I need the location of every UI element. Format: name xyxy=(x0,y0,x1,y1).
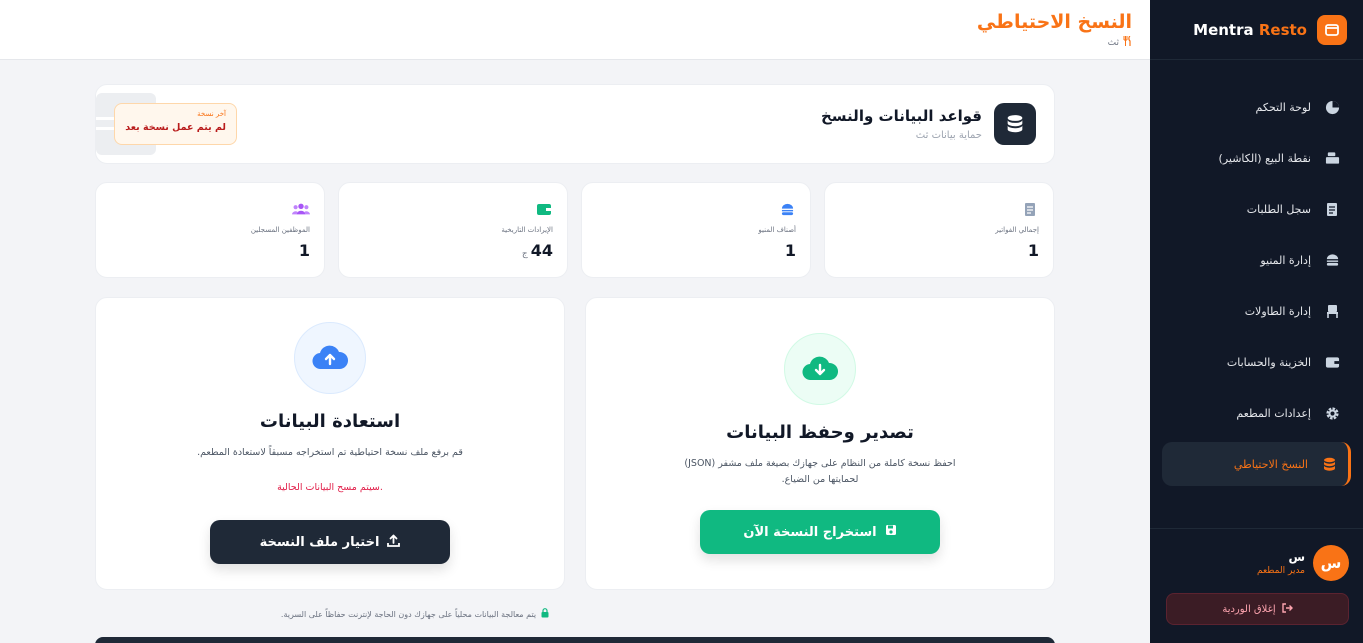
page-title: النسخ الاحتياطي xyxy=(976,11,1132,33)
database-card-title: قواعد البيانات والنسخ xyxy=(820,107,982,125)
avatar[interactable]: س xyxy=(1313,545,1349,581)
receipt-icon xyxy=(1323,200,1341,218)
brand-name: Mentra Resto xyxy=(1193,20,1307,39)
sidebar-nav: لوحة التحكم نقطة البيع (الكاشير) سجل الط… xyxy=(1150,60,1363,486)
invoice-icon xyxy=(1021,201,1039,217)
database-card: قواعد البيانات والنسخ حماية بيانات ثث آخ… xyxy=(95,84,1055,164)
stat-card-menu-items: أصناف المنيو 1 xyxy=(581,182,811,278)
restore-warning: سيتم مسح البيانات الحالية. xyxy=(277,482,383,493)
burger-icon xyxy=(1323,251,1341,269)
user-name: س xyxy=(1288,550,1305,564)
bottom-panel-edge xyxy=(95,637,1055,643)
cash-register-icon xyxy=(1323,149,1341,167)
last-backup-value: لم يتم عمل نسخة بعد xyxy=(125,122,226,133)
store-icon xyxy=(1317,14,1347,45)
database-icon xyxy=(1320,455,1338,473)
utensils-icon xyxy=(1123,35,1132,49)
sidebar-item-backup[interactable]: النسخ الاحتياطي xyxy=(1162,442,1351,486)
lock-icon xyxy=(541,608,549,620)
wallet-icon xyxy=(1323,353,1341,371)
users-icon xyxy=(292,201,310,217)
export-button-label: استخراج النسخة الآن xyxy=(743,524,877,540)
restaurant-name: ثث xyxy=(1107,37,1119,48)
export-button[interactable]: استخراج النسخة الآن xyxy=(700,510,940,554)
stat-value: 1 xyxy=(298,241,310,260)
currency-unit: ج xyxy=(521,249,528,259)
export-card: تصدير وحفظ البيانات احفظ نسخة كاملة من ا… xyxy=(585,297,1055,590)
user-role: مدير المطعم xyxy=(1256,566,1305,576)
export-title: تصدير وحفظ البيانات xyxy=(726,422,914,443)
cloud-download-icon xyxy=(784,333,856,405)
sidebar-item-treasury[interactable]: الخزينة والحسابات xyxy=(1162,340,1351,384)
sidebar-item-label: سجل الطلبات xyxy=(1246,202,1311,216)
sidebar-item-label: النسخ الاحتياطي xyxy=(1233,457,1308,471)
logout-button[interactable]: إغلاق الوردية xyxy=(1166,593,1349,625)
stat-label: الموظفين المسجلين xyxy=(250,226,310,234)
sidebar-item-settings[interactable]: إعدادات المطعم xyxy=(1162,391,1351,435)
last-backup-label: آخر نسخة xyxy=(197,110,226,118)
user-row: س س مدير المطعم xyxy=(1150,529,1363,581)
privacy-note-text: يتم معالجة البيانات محلياً على جهازك دون… xyxy=(280,609,537,619)
sign-out-icon xyxy=(1281,602,1293,616)
sidebar-item-label: نقطة البيع (الكاشير) xyxy=(1218,151,1311,165)
top-header: النسخ الاحتياطي ثث xyxy=(0,0,1150,60)
database-card-subtitle: حماية بيانات ثث xyxy=(915,130,982,141)
logout-label: إغلاق الوردية xyxy=(1222,603,1276,615)
stat-value: 1 xyxy=(784,241,796,260)
upload-icon xyxy=(387,534,401,551)
user-info: س مدير المطعم xyxy=(1257,550,1305,576)
sidebar-item-orders[interactable]: سجل الطلبات xyxy=(1162,187,1351,231)
decoration-line xyxy=(96,117,116,120)
last-backup-badge: آخر نسخة لم يتم عمل نسخة بعد xyxy=(114,103,237,145)
gear-icon xyxy=(1323,404,1341,422)
chair-icon xyxy=(1323,302,1341,320)
privacy-note: يتم معالجة البيانات محلياً على جهازك دون… xyxy=(95,608,735,620)
choose-backup-file-button[interactable]: اختيار ملف النسخة xyxy=(210,520,450,564)
sidebar-item-tables[interactable]: إدارة الطاولات xyxy=(1162,289,1351,333)
stat-label: أصناف المنيو xyxy=(758,226,796,234)
cloud-upload-icon xyxy=(294,322,366,394)
stat-value: 1 xyxy=(1027,241,1039,260)
decoration-line xyxy=(96,127,116,130)
restore-card: استعادة البيانات قم برفع ملف نسخة احتياط… xyxy=(95,297,565,590)
save-icon xyxy=(885,524,897,540)
sidebar-item-label: الخزينة والحسابات xyxy=(1226,355,1311,369)
stat-value: 44ج xyxy=(521,241,553,260)
sidebar-item-label: إدارة الطاولات xyxy=(1244,304,1311,318)
choose-backup-file-label: اختيار ملف النسخة xyxy=(259,534,380,550)
burger-icon xyxy=(778,201,796,217)
sidebar-item-menu[interactable]: إدارة المنيو xyxy=(1162,238,1351,282)
sidebar-item-pos[interactable]: نقطة البيع (الكاشير) xyxy=(1162,136,1351,180)
export-description: احفظ نسخة كاملة من النظام على جهازك بصيغ… xyxy=(684,458,956,485)
stat-card-invoices: إجمالي الفواتير 1 xyxy=(824,182,1054,278)
restore-description: قم برفع ملف نسخة احتياطية تم استخراجه مس… xyxy=(197,447,463,458)
stat-label: الإيرادات التاريخية xyxy=(501,226,553,234)
header-subtitle: ثث xyxy=(1107,35,1132,49)
stat-label: إجمالي الفواتير xyxy=(995,226,1039,234)
stat-card-revenue: الإيرادات التاريخية 44ج xyxy=(338,182,568,278)
sidebar-item-label: إدارة المنيو xyxy=(1260,253,1311,267)
sidebar: Mentra Resto لوحة التحكم نقطة البيع (الك… xyxy=(1150,0,1363,643)
stat-card-employees: الموظفين المسجلين 1 xyxy=(95,182,325,278)
restore-title: استعادة البيانات xyxy=(259,411,401,432)
sidebar-user-panel: س س مدير المطعم إغلاق الوردية xyxy=(1150,528,1363,643)
wallet-icon xyxy=(535,201,553,217)
sidebar-item-label: إعدادات المطعم xyxy=(1236,406,1311,420)
brand: Mentra Resto xyxy=(1150,0,1363,60)
sidebar-item-label: لوحة التحكم xyxy=(1255,100,1311,114)
database-icon xyxy=(994,103,1036,145)
sidebar-item-dashboard[interactable]: لوحة التحكم xyxy=(1162,85,1351,129)
pie-chart-icon xyxy=(1323,98,1341,116)
